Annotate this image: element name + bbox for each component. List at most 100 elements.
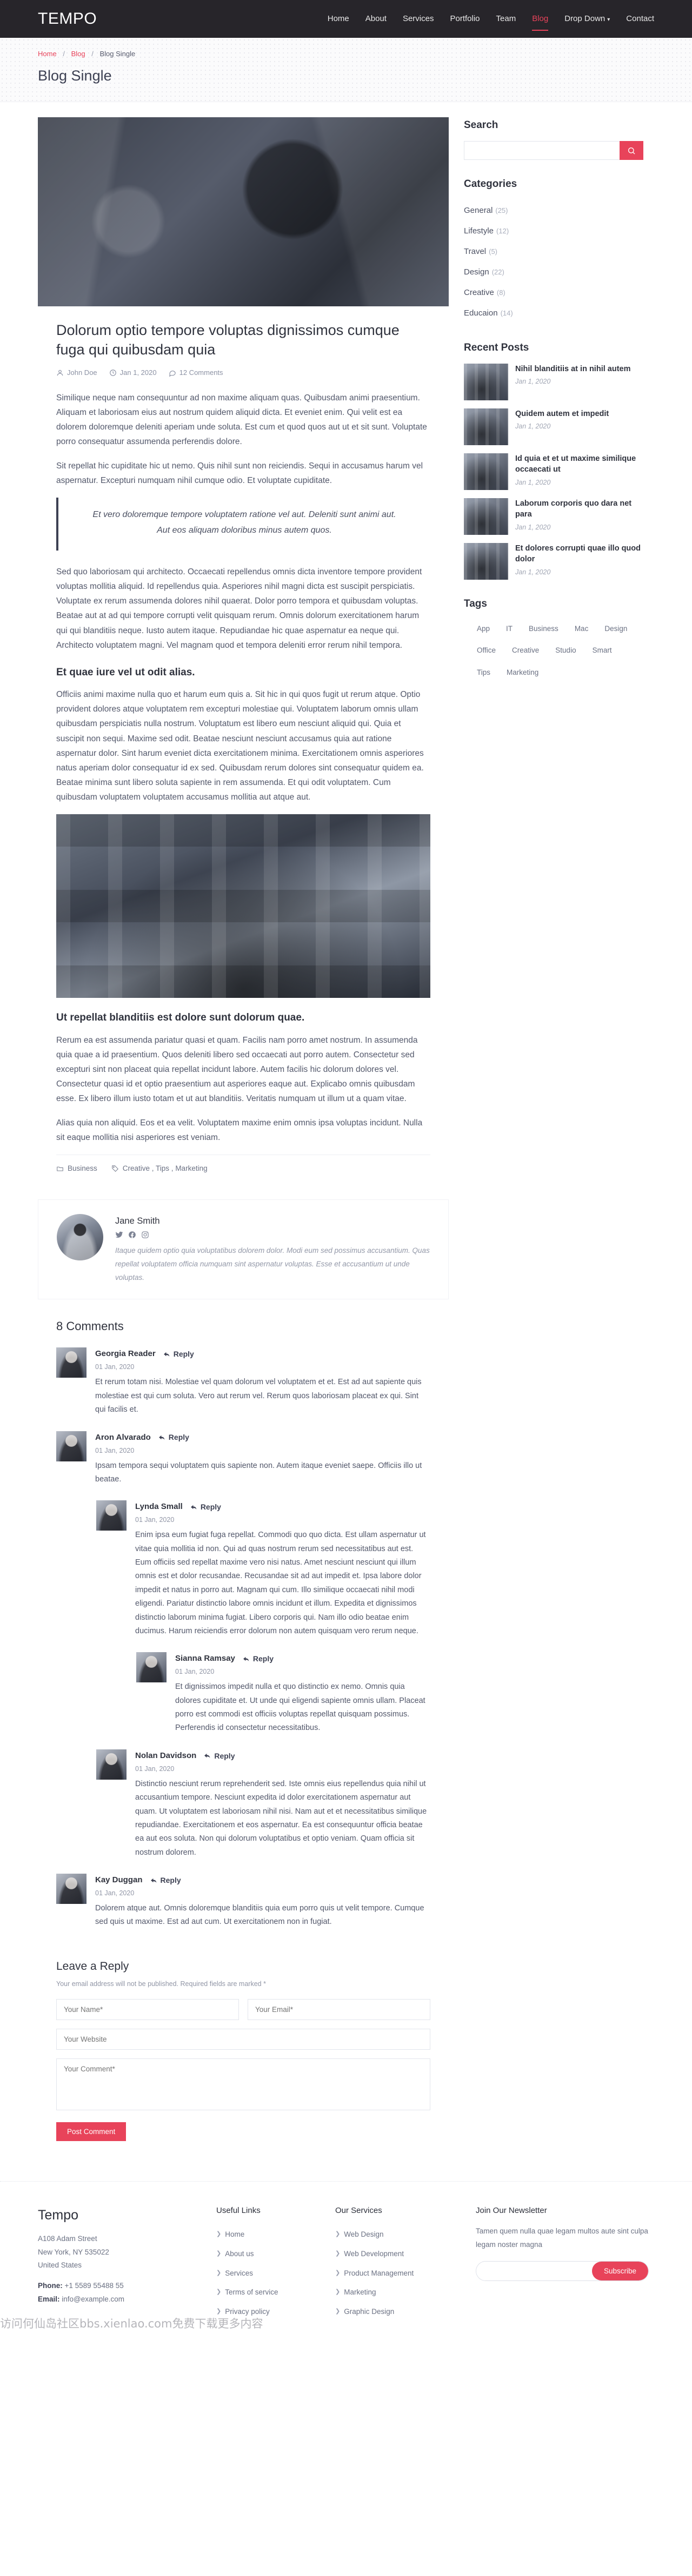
category-item[interactable]: Design (22) bbox=[464, 262, 643, 283]
folder-icon bbox=[56, 1165, 64, 1172]
nav-item-portfolio[interactable]: Portfolio bbox=[450, 9, 480, 29]
tag-item[interactable]: Smart bbox=[587, 642, 617, 659]
twitter-icon[interactable] bbox=[115, 1231, 123, 1239]
comment-reply-link[interactable]: Reply bbox=[204, 1750, 235, 1762]
meta-comments[interactable]: 12 Comments bbox=[169, 367, 223, 379]
footer-contact: Phone: +1 5589 55488 55 Email: info@exam… bbox=[38, 2279, 200, 2306]
search-button[interactable] bbox=[620, 141, 643, 160]
breadcrumb-blog[interactable]: Blog bbox=[71, 50, 85, 58]
footer-useful-title: Useful Links bbox=[216, 2206, 261, 2216]
tag-item[interactable]: Marketing bbox=[501, 664, 544, 681]
comment-reply-link[interactable]: Reply bbox=[158, 1431, 189, 1443]
article-category[interactable]: Business bbox=[56, 1163, 97, 1175]
article-hero-image bbox=[38, 117, 449, 306]
category-item[interactable]: Educaion (14) bbox=[464, 303, 643, 324]
recent-post-item[interactable]: Id quia et et ut maxime similique occaec… bbox=[464, 453, 643, 491]
chevron-right-icon: ❯ bbox=[216, 2231, 222, 2238]
newsletter-email-input[interactable] bbox=[476, 2262, 592, 2281]
recent-post-item[interactable]: Quidem autem et impedit Jan 1, 2020 bbox=[464, 408, 643, 446]
comment-reply-link[interactable]: Reply bbox=[190, 1501, 221, 1513]
tag-item[interactable]: Design bbox=[599, 620, 633, 638]
tag-item[interactable]: Office bbox=[471, 642, 501, 659]
comment-reply-label: Reply bbox=[160, 1875, 181, 1884]
chevron-right-icon: ❯ bbox=[335, 2307, 341, 2315]
reply-form-row bbox=[56, 2029, 430, 2050]
footer-link-graphic-design[interactable]: ❯ Graphic Design bbox=[335, 2302, 460, 2322]
footer-link-web-design[interactable]: ❯ Web Design bbox=[335, 2225, 460, 2244]
comment-body: Nolan Davidson Reply 01 Jan, 2020 Distin… bbox=[135, 1749, 430, 1860]
category-item[interactable]: Lifestyle (12) bbox=[464, 221, 643, 242]
facebook-icon[interactable] bbox=[128, 1231, 136, 1239]
footer-link-about-us[interactable]: ❯ About us bbox=[216, 2244, 319, 2264]
comment-header: Kay Duggan Reply bbox=[95, 1874, 430, 1887]
comment-reply-link[interactable]: Reply bbox=[163, 1348, 194, 1360]
author-details: Jane Smith Itaque quidem optio quia volu… bbox=[115, 1214, 430, 1285]
footer-wrapper: Tempo A108 Adam Street New York, NY 5350… bbox=[0, 2181, 692, 2338]
tag-item[interactable]: IT bbox=[501, 620, 518, 638]
address-line-2: New York, NY 535022 bbox=[38, 2248, 109, 2256]
recent-post-item[interactable]: Et dolores corrupti quae illo quod dolor… bbox=[464, 543, 643, 580]
comment-field[interactable] bbox=[56, 2058, 430, 2111]
main-layout: Dolorum optio tempore voluptas dignissim… bbox=[0, 102, 692, 2181]
comment-item-reply: Sianna Ramsay Reply 01 Jan, 2020 Et dign… bbox=[136, 1652, 430, 1735]
comment-body: Lynda Small Reply 01 Jan, 2020 Enim ipsa… bbox=[135, 1500, 430, 1638]
comment-item: Kay Duggan Reply 01 Jan, 2020 Dolorem at… bbox=[56, 1874, 430, 1929]
meta-author[interactable]: John Doe bbox=[56, 367, 97, 379]
post-comment-button[interactable]: Post Comment bbox=[56, 2122, 127, 2142]
footer-link-home[interactable]: ❯ Home bbox=[216, 2225, 319, 2244]
tag-item[interactable]: App bbox=[471, 620, 495, 638]
nav-item-home[interactable]: Home bbox=[328, 9, 349, 29]
nav-item-drop-down[interactable]: Drop Down ▾ bbox=[564, 9, 610, 29]
address-line-3: United States bbox=[38, 2261, 82, 2270]
meta-date-text: Jan 1, 2020 bbox=[119, 368, 157, 377]
article-tags[interactable]: Creative , Tips , Marketing bbox=[111, 1163, 208, 1175]
blog-article: Dolorum optio tempore voluptas dignissim… bbox=[38, 117, 449, 1185]
category-item[interactable]: General (25) bbox=[464, 200, 643, 221]
nav-item-services[interactable]: Services bbox=[403, 9, 434, 29]
category-item[interactable]: Travel (5) bbox=[464, 242, 643, 262]
recent-post-item[interactable]: Laborum corporis quo dara net para Jan 1… bbox=[464, 498, 643, 535]
tags-widget-title: Tags bbox=[464, 598, 487, 610]
tag-item[interactable]: Creative bbox=[507, 642, 544, 659]
website-field[interactable] bbox=[56, 2029, 430, 2050]
nav-item-about[interactable]: About bbox=[365, 9, 387, 29]
search-input[interactable] bbox=[464, 141, 620, 160]
footer-link-terms[interactable]: ❯ Terms of service bbox=[216, 2283, 319, 2302]
tag-item[interactable]: Mac bbox=[569, 620, 594, 638]
tag-item[interactable]: Tips bbox=[471, 664, 496, 681]
search-widget-title: Search bbox=[464, 119, 498, 131]
comment-avatar bbox=[96, 1500, 127, 1531]
meta-comments-count: 12 Comments bbox=[179, 368, 223, 377]
footer-address: A108 Adam Street New York, NY 535022 Uni… bbox=[38, 2232, 200, 2272]
footer-link-marketing[interactable]: ❯ Marketing bbox=[335, 2283, 460, 2302]
comment-date: 01 Jan, 2020 bbox=[175, 1668, 215, 1676]
nav-item-team[interactable]: Team bbox=[496, 9, 516, 29]
instagram-icon[interactable] bbox=[141, 1231, 149, 1239]
subscribe-button[interactable]: Subscribe bbox=[591, 2262, 648, 2281]
nav-item-contact[interactable]: Contact bbox=[626, 9, 654, 29]
reply-arrow-icon bbox=[190, 1504, 197, 1511]
comment-reply-link[interactable]: Reply bbox=[150, 1874, 181, 1886]
breadcrumb: Home / Blog / Blog Single bbox=[38, 49, 654, 60]
footer-link-product-management[interactable]: ❯ Product Management bbox=[335, 2264, 460, 2283]
footer-link-web-development[interactable]: ❯ Web Development bbox=[335, 2244, 460, 2264]
recent-post-item[interactable]: Nihil blanditiis at in nihil autem Jan 1… bbox=[464, 364, 643, 401]
nav-item-blog[interactable]: Blog bbox=[532, 9, 549, 31]
comment-date: 01 Jan, 2020 bbox=[135, 1765, 175, 1773]
tag-item[interactable]: Studio bbox=[550, 642, 581, 659]
meta-date[interactable]: Jan 1, 2020 bbox=[109, 367, 157, 379]
recent-post-title: Id quia et et ut maxime similique occaec… bbox=[515, 454, 636, 474]
newsletter-text: Tamen quem nulla quae legam multos aute … bbox=[476, 2227, 648, 2249]
breadcrumb-home[interactable]: Home bbox=[38, 50, 57, 58]
name-field[interactable] bbox=[56, 1999, 239, 2021]
reply-arrow-icon bbox=[204, 1752, 211, 1759]
author-bio: Itaque quidem optio quia voluptatibus do… bbox=[115, 1246, 430, 1282]
recent-post-date: Jan 1, 2020 bbox=[515, 568, 551, 576]
comment-reply-link[interactable]: Reply bbox=[243, 1653, 274, 1665]
email-field[interactable] bbox=[248, 1999, 430, 2021]
category-item[interactable]: Creative (8) bbox=[464, 283, 643, 303]
site-logo[interactable]: TEMPO bbox=[38, 6, 97, 32]
footer-link-services[interactable]: ❯ Services bbox=[216, 2264, 319, 2283]
tag-item[interactable]: Business bbox=[523, 620, 564, 638]
comment-item: Aron Alvarado Reply 01 Jan, 2020 Ipsam t… bbox=[56, 1431, 430, 1487]
